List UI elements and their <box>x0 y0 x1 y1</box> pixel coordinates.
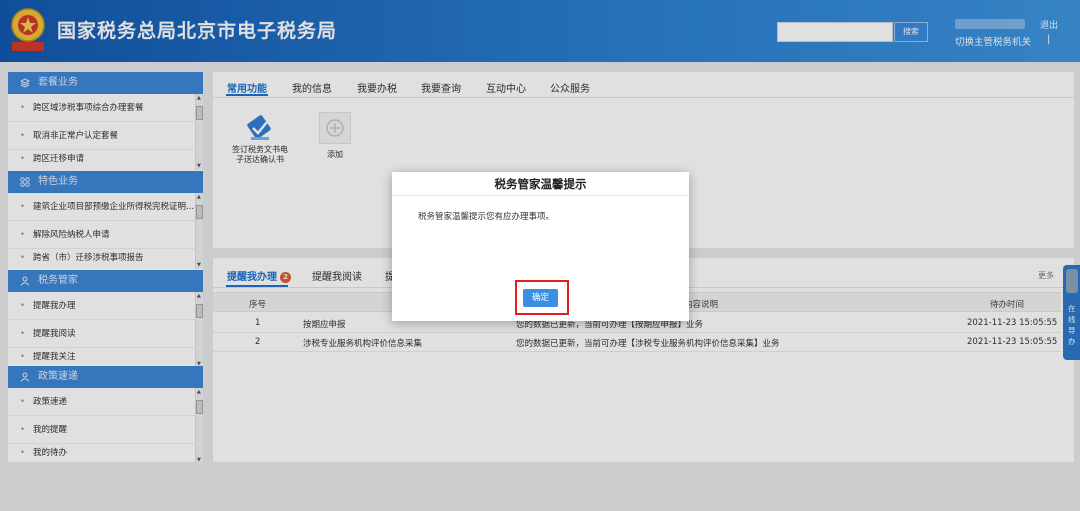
red-highlight-box <box>515 280 569 315</box>
modal-title: 税务管家温馨提示 <box>392 172 689 196</box>
modal-message: 税务管家温馨提示您有应办理事项。 <box>418 212 555 222</box>
